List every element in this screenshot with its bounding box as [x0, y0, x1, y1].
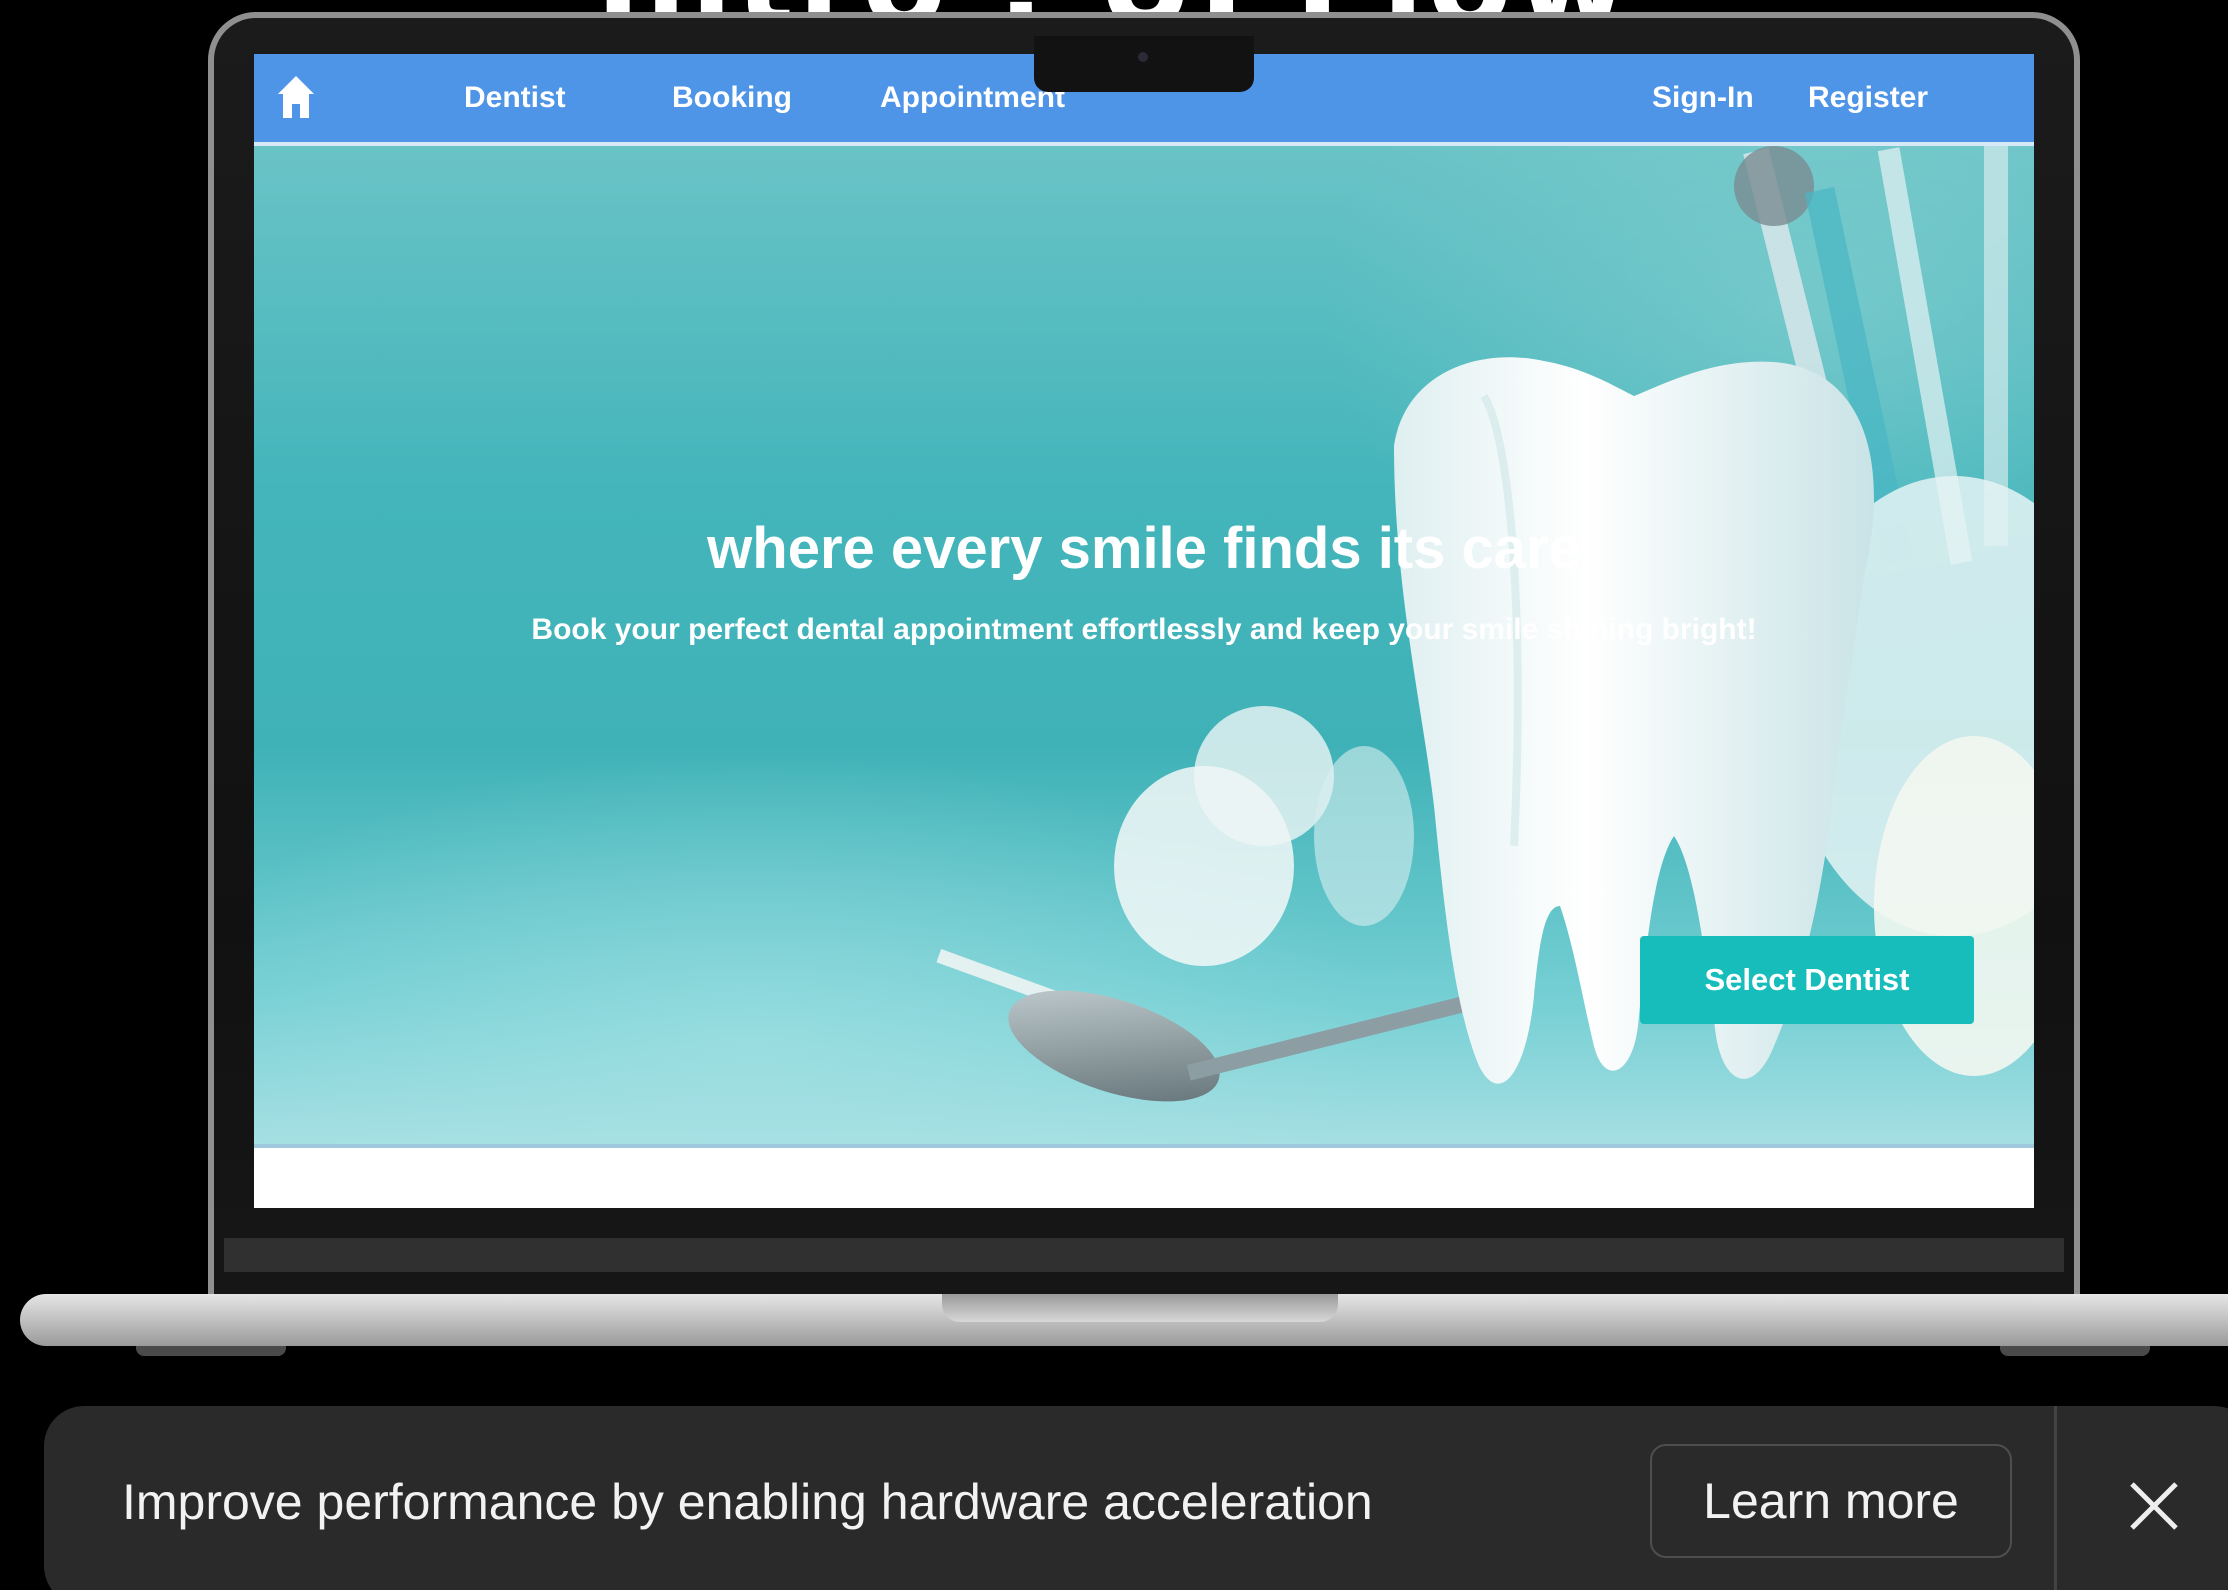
nav-link-booking[interactable]: Booking [672, 80, 792, 116]
laptop-chin [224, 1238, 2064, 1272]
hardware-acceleration-notification: Improve performance by enabling hardware… [44, 1406, 2228, 1590]
nav-link-sign-in[interactable]: Sign-In [1652, 80, 1754, 116]
notification-message: Improve performance by enabling hardware… [122, 1474, 1373, 1530]
close-icon [2130, 1482, 2178, 1530]
home-icon[interactable] [276, 74, 316, 120]
presentation-stage: Intro : UI Flow Dentist Booking Appointm… [0, 0, 2228, 1590]
laptop-base-groove [942, 1294, 1338, 1322]
hero-title: where every smile finds its care [707, 516, 1581, 581]
learn-more-button[interactable]: Learn more [1650, 1444, 2012, 1558]
page-content-area [254, 1148, 2034, 1208]
hero-subtitle: Book your perfect dental appointment eff… [531, 613, 1757, 646]
close-notification-button[interactable] [2122, 1474, 2186, 1538]
hero-bottom-divider [254, 1144, 2034, 1148]
laptop-foot-left [136, 1346, 286, 1356]
nav-link-dentist[interactable]: Dentist [464, 80, 566, 116]
laptop-screen: Dentist Booking Appointment Sign-In Regi… [254, 54, 2034, 1208]
camera-icon [1138, 52, 1148, 62]
select-dentist-button[interactable]: Select Dentist [1640, 936, 1974, 1024]
notification-divider [2054, 1406, 2057, 1590]
hero-section: where every smile finds its care Book yo… [254, 146, 2034, 1146]
camera-notch [1034, 36, 1254, 92]
laptop-foot-right [2000, 1346, 2150, 1356]
nav-link-register[interactable]: Register [1808, 80, 1928, 116]
